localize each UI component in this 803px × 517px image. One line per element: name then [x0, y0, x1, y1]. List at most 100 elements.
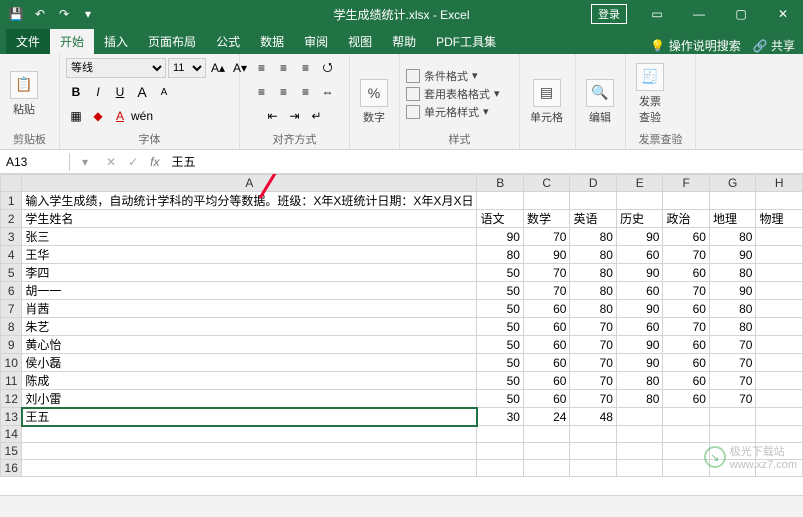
cell-A4[interactable]: 王华 [22, 246, 477, 264]
cell-E6[interactable]: 60 [616, 282, 663, 300]
cell-C8[interactable]: 60 [523, 318, 570, 336]
cell-C3[interactable]: 70 [523, 228, 570, 246]
namebox-dropdown-icon[interactable]: ▾ [70, 155, 100, 169]
cell-F8[interactable]: 70 [663, 318, 710, 336]
cell-E8[interactable]: 60 [616, 318, 663, 336]
cell-H13[interactable] [756, 408, 803, 426]
cell-C4[interactable]: 90 [523, 246, 570, 264]
edit-button[interactable]: 🔍 编辑 [582, 77, 618, 127]
cell-G9[interactable]: 70 [709, 336, 756, 354]
cell-A3[interactable]: 张三 [22, 228, 477, 246]
cell-F14[interactable] [663, 426, 710, 443]
cell-D4[interactable]: 80 [570, 246, 617, 264]
qat-more-icon[interactable]: ▾ [80, 6, 96, 22]
cell-C13[interactable]: 24 [523, 408, 570, 426]
cell-B5[interactable]: 50 [477, 264, 524, 282]
cell-E9[interactable]: 90 [616, 336, 663, 354]
cell-G4[interactable]: 90 [709, 246, 756, 264]
col-header-H[interactable]: H [756, 175, 803, 192]
cell-C7[interactable]: 60 [523, 300, 570, 318]
border-icon[interactable]: ▦ [66, 106, 86, 126]
row-header-12[interactable]: 12 [1, 390, 22, 408]
cell-G1[interactable] [709, 192, 756, 210]
cell-C14[interactable] [523, 426, 570, 443]
col-header-C[interactable]: C [523, 175, 570, 192]
cells-button[interactable]: ▤ 单元格 [526, 77, 567, 127]
cell-B16[interactable] [477, 460, 524, 477]
cell-D13[interactable]: 48 [570, 408, 617, 426]
cell-C5[interactable]: 70 [523, 264, 570, 282]
cell-B15[interactable] [477, 443, 524, 460]
cell-B2[interactable]: 语文 [477, 210, 524, 228]
cell-H1[interactable] [756, 192, 803, 210]
cell-B8[interactable]: 50 [477, 318, 524, 336]
cell-E10[interactable]: 90 [616, 354, 663, 372]
cell-H12[interactable] [756, 390, 803, 408]
tab-review[interactable]: 审阅 [294, 29, 338, 54]
cell-D8[interactable]: 70 [570, 318, 617, 336]
row-header-13[interactable]: 13 [1, 408, 22, 426]
login-button[interactable]: 登录 [591, 4, 627, 24]
number-format-button[interactable]: % 数字 [356, 77, 392, 127]
cell-F7[interactable]: 60 [663, 300, 710, 318]
cell-C11[interactable]: 60 [523, 372, 570, 390]
cell-H8[interactable] [756, 318, 803, 336]
cell-A8[interactable]: 朱艺 [22, 318, 477, 336]
row-header-3[interactable]: 3 [1, 228, 22, 246]
cell-D12[interactable]: 70 [570, 390, 617, 408]
cell-E5[interactable]: 90 [616, 264, 663, 282]
cell-D9[interactable]: 70 [570, 336, 617, 354]
row-header-16[interactable]: 16 [1, 460, 22, 477]
cell-G7[interactable]: 80 [709, 300, 756, 318]
cell-style-button[interactable]: 单元格样式 ▾ [406, 104, 500, 120]
cell-B11[interactable]: 50 [477, 372, 524, 390]
cell-D16[interactable] [570, 460, 617, 477]
cell-G3[interactable]: 80 [709, 228, 756, 246]
cell-B12[interactable]: 50 [477, 390, 524, 408]
maximize-icon[interactable]: ▢ [721, 0, 761, 28]
cell-E16[interactable] [616, 460, 663, 477]
cell-B3[interactable]: 90 [477, 228, 524, 246]
cell-H5[interactable] [756, 264, 803, 282]
cell-F9[interactable]: 60 [663, 336, 710, 354]
row-header-8[interactable]: 8 [1, 318, 22, 336]
tab-view[interactable]: 视图 [338, 29, 382, 54]
align-top-icon[interactable]: ≡ [252, 58, 272, 78]
font-name-select[interactable]: 等线 [66, 58, 166, 78]
cell-F12[interactable]: 60 [663, 390, 710, 408]
undo-icon[interactable]: ↶ [32, 6, 48, 22]
align-left-icon[interactable]: ≡ [252, 82, 272, 102]
row-header-4[interactable]: 4 [1, 246, 22, 264]
cell-B14[interactable] [477, 426, 524, 443]
phonetic-icon[interactable]: wén [132, 106, 152, 126]
cell-B13[interactable]: 30 [477, 408, 524, 426]
formula-input[interactable] [165, 153, 803, 171]
cell-C12[interactable]: 60 [523, 390, 570, 408]
paste-button[interactable]: 📋 粘贴 [6, 69, 42, 119]
cell-G11[interactable]: 70 [709, 372, 756, 390]
cell-D15[interactable] [570, 443, 617, 460]
orientation-icon[interactable]: ⭯ [318, 58, 338, 78]
ribbon-options-icon[interactable]: ▭ [637, 0, 677, 28]
cell-F13[interactable] [663, 408, 710, 426]
share-button[interactable]: 🔗 共享 [753, 37, 795, 54]
cell-E15[interactable] [616, 443, 663, 460]
wrap-icon[interactable]: ↵ [307, 106, 327, 126]
cell-H6[interactable] [756, 282, 803, 300]
cell-B9[interactable]: 50 [477, 336, 524, 354]
cell-A9[interactable]: 黄心怡 [22, 336, 477, 354]
cell-D11[interactable]: 70 [570, 372, 617, 390]
cell-E12[interactable]: 80 [616, 390, 663, 408]
col-header-F[interactable]: F [663, 175, 710, 192]
name-box[interactable] [0, 153, 70, 171]
cell-F15[interactable] [663, 443, 710, 460]
cell-A10[interactable]: 侯小磊 [22, 354, 477, 372]
cell-A14[interactable] [22, 426, 477, 443]
cell-A1[interactable]: 输入学生成绩，自动统计学科的平均分等数据。班级：X年X班统计日期：X年X月X日 [22, 192, 477, 210]
table-format-button[interactable]: 套用表格格式 ▾ [406, 86, 500, 102]
cell-D7[interactable]: 80 [570, 300, 617, 318]
increase-font-icon[interactable]: A▴ [208, 58, 228, 78]
font-decrease-icon[interactable]: A [154, 82, 174, 102]
cell-B4[interactable]: 80 [477, 246, 524, 264]
cell-H4[interactable] [756, 246, 803, 264]
